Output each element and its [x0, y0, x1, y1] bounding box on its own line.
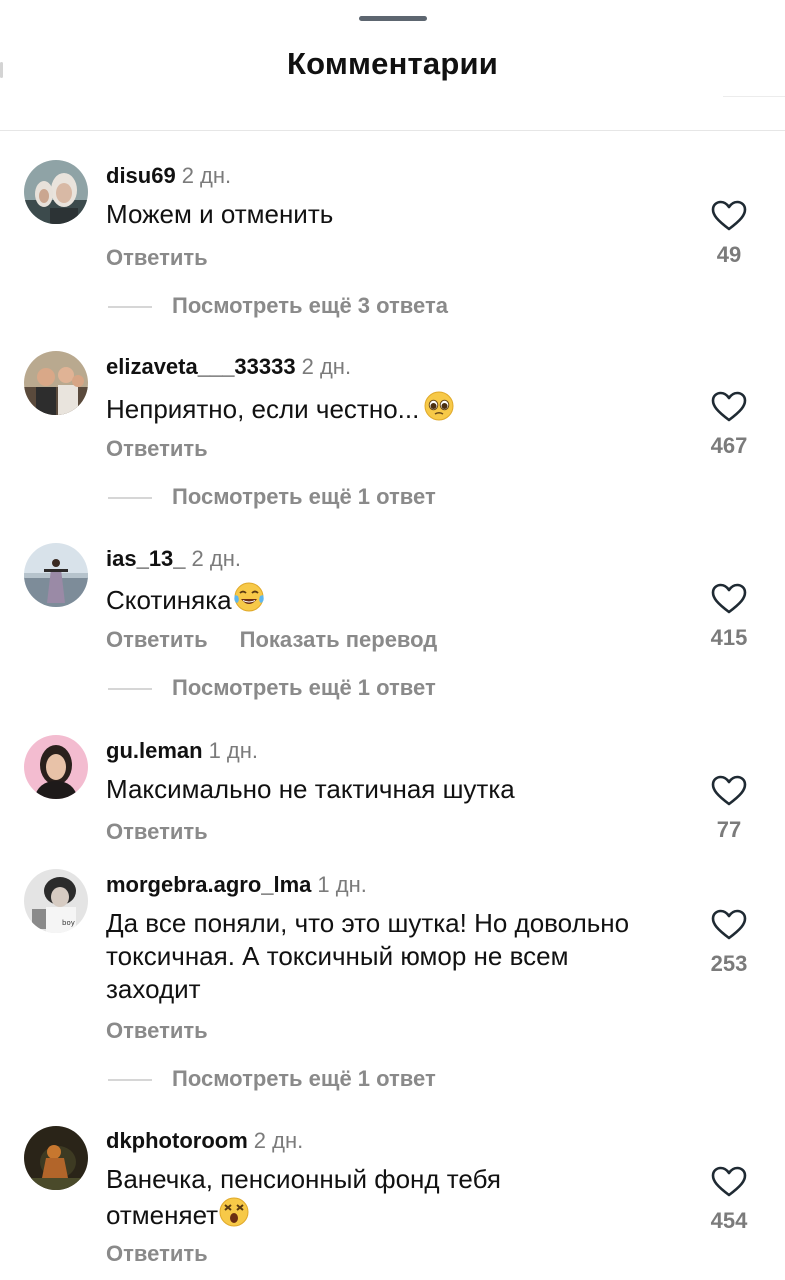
comment-time: 2 дн. [253, 1128, 304, 1153]
like-control: 253 [690, 909, 768, 977]
comment-actions: Ответить [106, 436, 208, 462]
comment-actions: Ответить [106, 245, 208, 271]
comment-actions: Ответить [106, 1018, 208, 1044]
comment-time: 2 дн. [191, 546, 241, 571]
heart-icon[interactable] [690, 1166, 768, 1198]
show-translation-button[interactable]: Показать перевод [240, 627, 438, 652]
view-more-replies[interactable]: Посмотреть ещё 1 ответ [108, 675, 436, 701]
header-divider-stub [723, 96, 785, 97]
heart-icon[interactable] [690, 583, 768, 615]
reply-button[interactable]: Ответить [106, 1018, 208, 1043]
avatar[interactable]: boy [24, 869, 88, 933]
pleading-face-icon [423, 390, 455, 430]
replies-divider [108, 497, 152, 500]
comment-actions: Ответить [106, 1241, 208, 1267]
astonished-face-icon [218, 1196, 250, 1236]
username[interactable]: gu.leman [106, 738, 203, 763]
view-more-replies-label: Посмотреть ещё 1 ответ [172, 675, 436, 700]
comments-header: Комментарии [0, 0, 785, 131]
comment-time: 2 дн. [301, 354, 352, 379]
replies-divider [108, 306, 152, 309]
like-control: 49 [690, 200, 768, 268]
comment-actions: Ответить Показать перевод [106, 627, 437, 653]
comment-text: Да все поняли, что это шутка! Но довольн… [106, 908, 630, 1004]
username[interactable]: dkphotoroom [106, 1128, 248, 1153]
like-count: 49 [716, 242, 742, 267]
like-control: 467 [690, 391, 768, 459]
avatar[interactable] [24, 1126, 88, 1190]
like-count: 77 [716, 817, 742, 842]
comment-meta: dkphotoroom 2 дн. [106, 1128, 303, 1154]
comment-text: Скотиняка [106, 581, 676, 621]
view-more-replies-label: Посмотреть ещё 1 ответ [172, 1066, 436, 1091]
comment-text: Можем и отменить [106, 199, 334, 229]
page-title: Комментарии [287, 46, 498, 81]
view-more-replies[interactable]: Посмотреть ещё 1 ответ [108, 1066, 436, 1092]
comment-text: Максимально не тактичная шутка [106, 774, 515, 804]
heart-icon[interactable] [690, 775, 768, 807]
heart-icon[interactable] [690, 391, 768, 423]
comment-text: Ванечка, пенсионный фонд тебя отменяет [106, 1163, 586, 1236]
comment-meta: elizaveta___33333 2 дн. [106, 354, 351, 380]
comment-text-content: Неприятно, если честно... [106, 394, 420, 424]
username[interactable]: ias_13_ [106, 546, 186, 571]
like-count: 253 [710, 951, 748, 976]
reply-button[interactable]: Ответить [106, 627, 208, 652]
reply-button[interactable]: Ответить [106, 245, 208, 270]
tears-of-joy-face-icon [232, 581, 266, 621]
like-count: 415 [710, 625, 748, 650]
like-control: 415 [690, 583, 768, 651]
username[interactable]: elizaveta___33333 [106, 354, 296, 379]
replies-divider [108, 1079, 152, 1082]
like-count: 454 [710, 1208, 748, 1233]
reply-button[interactable]: Ответить [106, 1241, 208, 1266]
username[interactable]: disu69 [106, 163, 176, 188]
avatar[interactable] [24, 351, 88, 415]
comment-text-content: Ванечка, пенсионный фонд тебя отменяет [106, 1164, 501, 1230]
like-control: 77 [690, 775, 768, 843]
heart-icon[interactable] [690, 909, 768, 941]
heart-icon[interactable] [690, 200, 768, 232]
replies-divider [108, 688, 152, 691]
view-more-replies-label: Посмотреть ещё 1 ответ [172, 484, 436, 509]
view-more-replies[interactable]: Посмотреть ещё 3 ответа [108, 293, 448, 319]
avatar[interactable] [24, 160, 88, 224]
avatar[interactable] [24, 543, 88, 607]
comment-meta: morgebra.agro_lma 1 дн. [106, 872, 367, 898]
comment-actions: Ответить [106, 819, 208, 845]
svg-text:boy: boy [62, 919, 75, 927]
comment-meta: disu69 2 дн. [106, 163, 231, 189]
comment-time: 2 дн. [181, 163, 232, 188]
comment-time: 1 дн. [208, 738, 259, 763]
comment-meta: gu.leman 1 дн. [106, 738, 258, 764]
comment-text: Неприятно, если честно... [106, 390, 676, 430]
reply-button[interactable]: Ответить [106, 819, 208, 844]
comment-text-content: Скотиняка [106, 585, 232, 615]
view-more-replies[interactable]: Посмотреть ещё 1 ответ [108, 484, 436, 510]
comment-meta: ias_13_ 2 дн. [106, 546, 241, 572]
reply-button[interactable]: Ответить [106, 436, 208, 461]
like-control: 454 [690, 1166, 768, 1234]
avatar[interactable] [24, 735, 88, 799]
view-more-replies-label: Посмотреть ещё 3 ответа [172, 293, 448, 318]
username[interactable]: morgebra.agro_lma [106, 872, 311, 897]
comment-time: 1 дн. [317, 872, 367, 897]
like-count: 467 [710, 433, 748, 458]
